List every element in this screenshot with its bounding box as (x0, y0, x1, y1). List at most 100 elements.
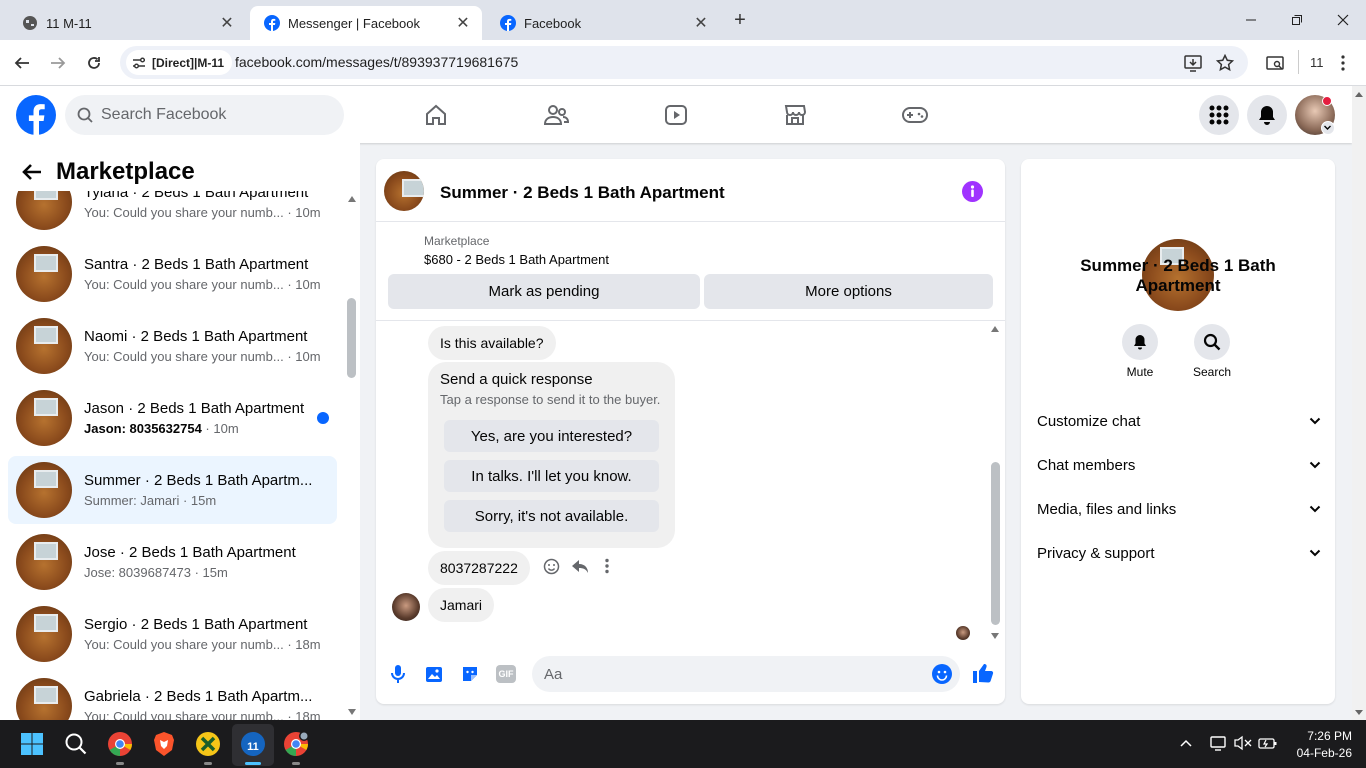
minimize-icon[interactable] (1228, 8, 1274, 32)
conversation-preview: You: Could you share your numb... (84, 637, 284, 652)
chat-scrollbar[interactable] (991, 462, 1000, 625)
friends-icon[interactable] (541, 100, 571, 130)
conversation-preview: Jose: 8039687473 (84, 565, 191, 580)
quick-response-button[interactable]: In talks. I'll let you know. (444, 460, 659, 492)
mark-as-pending-button[interactable]: Mark as pending (388, 274, 700, 309)
browser-tab-messenger[interactable]: Messenger | Facebook ✕ (250, 6, 482, 40)
chrome-icon[interactable] (104, 728, 136, 760)
listing-thumbnail (16, 246, 72, 302)
search-label[interactable]: Search (1182, 365, 1242, 379)
list-scroll-down-icon[interactable] (348, 709, 356, 715)
image-attach-icon[interactable] (424, 664, 444, 684)
url-text[interactable]: facebook.com/messages/t/893937719681675 (235, 54, 518, 70)
menu-grid-icon[interactable] (1199, 95, 1239, 135)
listing-title[interactable]: $680 - 2 Beds 1 Bath Apartment (424, 252, 609, 267)
tab-close-icon[interactable]: ✕ (454, 13, 472, 33)
conversation-list-scrollbar[interactable] (347, 298, 356, 378)
customize-chat-section[interactable]: Customize chat (1037, 409, 1321, 433)
conversation-time: 10m (213, 421, 239, 436)
sender-avatar[interactable] (392, 593, 420, 621)
account-chevron-icon[interactable] (1321, 121, 1335, 135)
kebab-menu-icon[interactable] (1340, 54, 1346, 72)
emoji-icon[interactable] (932, 664, 952, 684)
listing-thumbnail (16, 534, 72, 590)
scroll-down-icon[interactable] (1355, 710, 1363, 715)
marketplace-icon[interactable] (780, 100, 810, 130)
conversation-item[interactable]: Jose · 2 Beds 1 Bath Apartment Jose: 803… (8, 528, 337, 596)
profile-count[interactable]: 11 (1310, 55, 1324, 70)
scroll-up-icon[interactable] (1355, 92, 1363, 97)
notifications-bell-icon[interactable] (1247, 95, 1287, 135)
message-bubble[interactable]: Jamari (428, 588, 495, 622)
mute-label[interactable]: Mute (1110, 365, 1170, 379)
thumbs-up-icon[interactable] (972, 662, 994, 684)
chat-scroll-down-icon[interactable] (991, 633, 999, 639)
tab-search-icon[interactable] (1266, 54, 1284, 72)
page-scrollbar[interactable] (1352, 86, 1366, 720)
chrome-profile-icon[interactable] (280, 728, 312, 760)
restore-icon[interactable] (1274, 8, 1320, 32)
browser-tab-1[interactable]: 11 M-11 ✕ (8, 6, 246, 40)
home-icon[interactable] (421, 100, 451, 130)
message-input[interactable]: Aa (532, 656, 960, 692)
conversation-item[interactable]: Jason · 2 Beds 1 Bath Apartment Jason: 8… (8, 384, 337, 452)
back-arrow-icon[interactable] (22, 162, 42, 182)
site-info-chip[interactable]: [Direct]|M-11 (126, 50, 233, 75)
quick-response-button[interactable]: Sorry, it's not available. (444, 500, 659, 532)
divider (376, 320, 1005, 321)
sticker-icon[interactable] (460, 664, 480, 684)
app-icon-x[interactable] (192, 728, 224, 760)
conversation-item[interactable]: Naomi · 2 Beds 1 Bath Apartment You: Cou… (8, 312, 337, 380)
search-conversation-button[interactable] (1194, 324, 1230, 360)
chat-members-section[interactable]: Chat members (1037, 453, 1321, 477)
facebook-favicon-icon (264, 15, 280, 31)
message-bubble[interactable]: Is this available? (428, 326, 556, 360)
chat-scroll-up-icon[interactable] (991, 326, 999, 332)
message-bubble[interactable]: 8037287222 (428, 551, 530, 585)
more-options-button[interactable]: More options (704, 274, 993, 309)
mute-button[interactable] (1122, 324, 1158, 360)
network-icon[interactable] (1210, 735, 1228, 751)
chat-avatar[interactable] (384, 171, 424, 211)
chevron-up-icon[interactable] (1180, 738, 1192, 748)
info-icon[interactable] (962, 181, 983, 202)
windows-start-icon[interactable] (16, 728, 48, 760)
gaming-icon[interactable] (900, 100, 930, 130)
section-label: Chat members (1037, 456, 1136, 474)
conversation-item[interactable]: Sergio · 2 Beds 1 Bath Apartment You: Co… (8, 600, 337, 668)
new-tab-button[interactable]: + (728, 8, 752, 32)
bookmark-star-icon[interactable] (1216, 54, 1234, 72)
notification-dot (1322, 96, 1332, 106)
facebook-logo-icon[interactable] (16, 95, 56, 135)
more-dots-icon[interactable] (604, 558, 610, 574)
brave-browser-icon[interactable] (148, 728, 180, 760)
search-icon[interactable] (60, 728, 92, 760)
chat-title[interactable]: Summer · 2 Beds 1 Bath Apartment (440, 183, 725, 203)
battery-icon[interactable] (1258, 735, 1278, 751)
gif-button[interactable]: GIF (496, 665, 516, 683)
conversation-preview: You: Could you share your numb... (84, 349, 284, 364)
conversation-item-selected[interactable]: Summer · 2 Beds 1 Bath Apartm... Summer:… (8, 456, 337, 524)
microphone-icon[interactable] (389, 664, 407, 684)
app-badge: 11 (247, 741, 259, 753)
install-app-icon[interactable] (1184, 54, 1202, 72)
reload-icon[interactable] (80, 50, 108, 76)
close-window-icon[interactable] (1320, 8, 1366, 32)
conversation-item[interactable]: Santra · 2 Beds 1 Bath Apartment You: Co… (8, 240, 337, 308)
quick-response-button[interactable]: Yes, are you interested? (444, 420, 659, 452)
tab-close-icon[interactable]: ✕ (218, 13, 236, 33)
forward-arrow-icon[interactable] (44, 50, 72, 76)
tab-close-icon[interactable]: ✕ (692, 13, 710, 33)
privacy-support-section[interactable]: Privacy & support (1037, 541, 1321, 565)
media-files-links-section[interactable]: Media, files and links (1037, 497, 1321, 521)
back-arrow-icon[interactable] (8, 50, 36, 76)
list-scroll-up-icon[interactable] (348, 196, 356, 202)
facebook-search-bar[interactable]: Search Facebook (65, 95, 344, 135)
react-smiley-icon[interactable] (543, 558, 560, 575)
video-icon[interactable] (661, 100, 691, 130)
clock-date[interactable]: 04-Feb-26 (1286, 746, 1352, 760)
volume-muted-icon[interactable] (1234, 735, 1252, 751)
clock-time[interactable]: 7:26 PM (1286, 729, 1352, 743)
browser-tab-facebook[interactable]: Facebook ✕ (486, 6, 720, 40)
reply-icon[interactable] (571, 558, 589, 575)
